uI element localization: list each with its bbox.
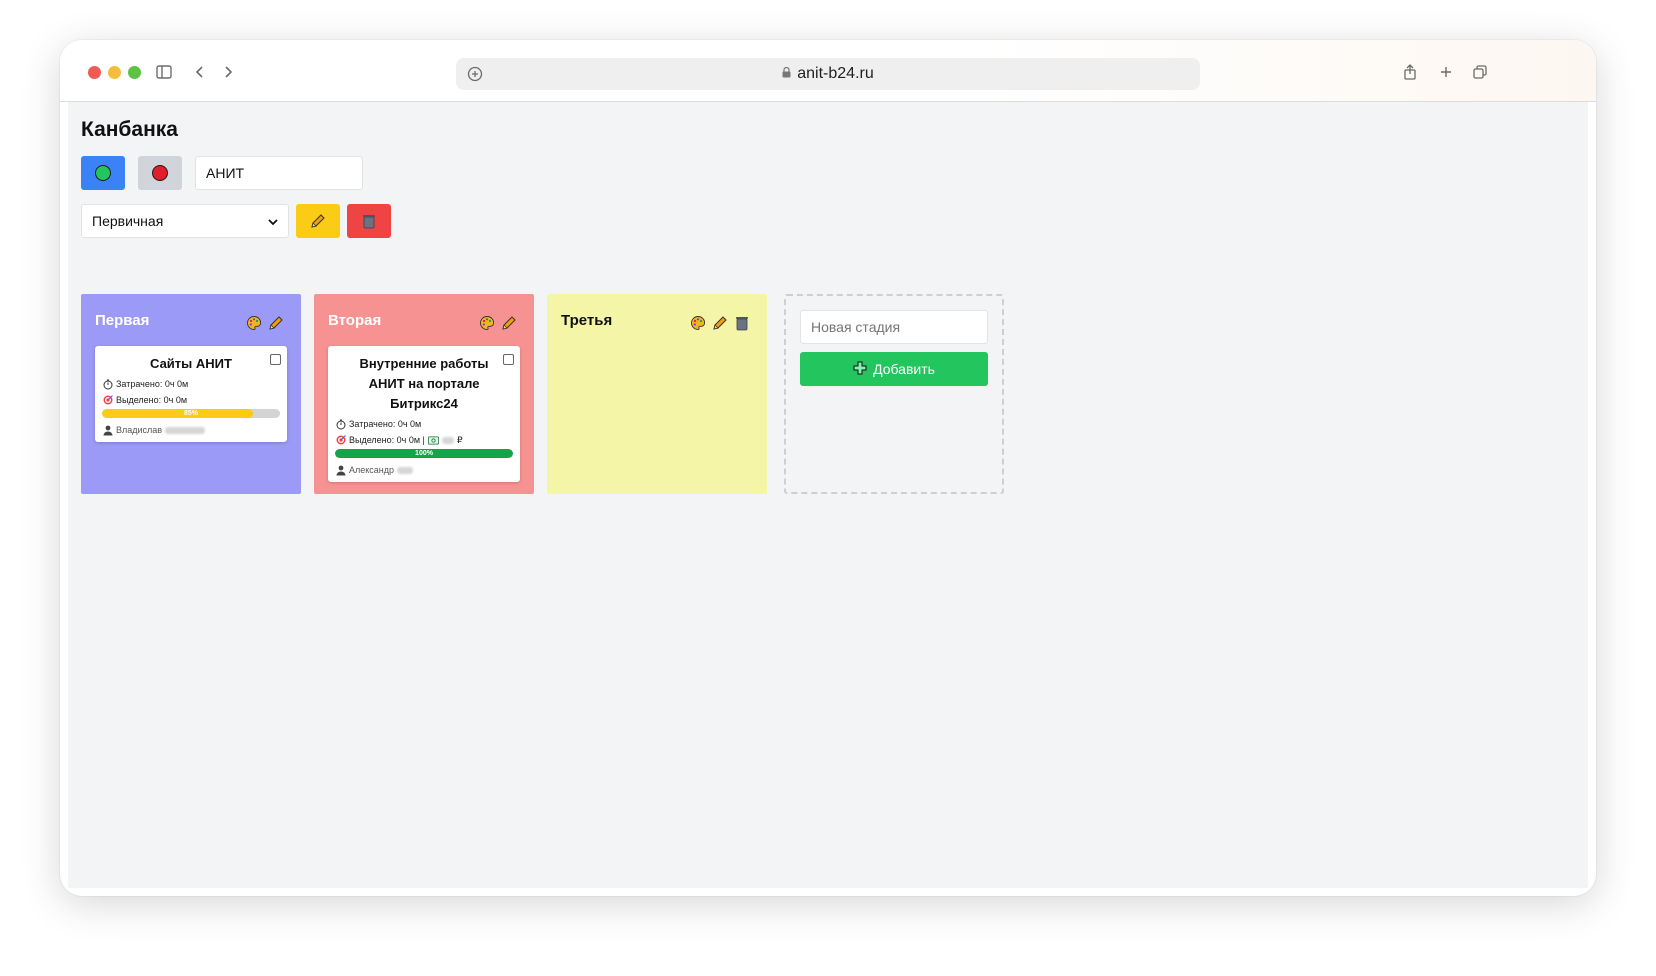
card-title: Внутренние работы АНИТ на портале Битрик… xyxy=(359,356,489,411)
zoom-window-button[interactable] xyxy=(128,66,141,79)
redacted-surname xyxy=(165,426,206,434)
forward-icon[interactable] xyxy=(214,58,242,86)
palette-icon[interactable] xyxy=(689,314,707,332)
red-circle-icon xyxy=(152,165,168,181)
card-allocated: Выделено: 0ч 0м xyxy=(102,394,280,406)
board-select-value: Первичная xyxy=(92,213,164,229)
stage-title: Третья xyxy=(561,312,613,329)
user-icon xyxy=(335,465,346,476)
card-progress-bar: 85% xyxy=(102,409,280,418)
plus-icon xyxy=(853,361,867,378)
pencil-icon[interactable] xyxy=(267,314,285,332)
stage-actions xyxy=(689,314,751,332)
card-allocated: Выделено: 0ч 0м | ₽ xyxy=(335,434,513,446)
page-content: Канбанка АНИТ Первичная Первая Сайты АНИ… xyxy=(68,102,1588,888)
card-title: Сайты АНИТ xyxy=(150,356,232,371)
card-checkbox[interactable] xyxy=(503,354,514,365)
card-spent: Затрачено: 0ч 0м xyxy=(102,378,280,390)
money-icon xyxy=(427,435,439,446)
edit-board-button[interactable] xyxy=(296,204,340,238)
redacted-surname xyxy=(397,466,414,474)
url-display[interactable]: anit-b24.ru xyxy=(456,58,1200,90)
new-stage-panel: Добавить xyxy=(784,294,1004,494)
project-name-input[interactable]: АНИТ xyxy=(195,156,363,190)
minimize-window-button[interactable] xyxy=(108,66,121,79)
card-spent: Затрачено: 0ч 0м xyxy=(335,418,513,430)
page-title: Канбанка xyxy=(81,118,178,141)
pencil-icon[interactable] xyxy=(711,314,729,332)
add-stage-button[interactable]: Добавить xyxy=(800,352,988,386)
browser-toolbar: anit-b24.ru xyxy=(60,40,1596,102)
delete-board-button[interactable] xyxy=(347,204,391,238)
new-stage-input[interactable] xyxy=(800,310,988,344)
trash-icon xyxy=(363,215,375,229)
stage-column-second: Вторая Внутренние работы АНИТ на портале… xyxy=(314,294,534,494)
stage-actions xyxy=(245,314,285,332)
palette-icon[interactable] xyxy=(478,314,496,332)
share-icon[interactable] xyxy=(1396,58,1424,86)
new-tab-icon[interactable] xyxy=(1432,58,1460,86)
back-icon[interactable] xyxy=(186,58,214,86)
green-circle-icon xyxy=(95,165,111,181)
add-stage-label: Добавить xyxy=(873,361,935,377)
stage-column-first: Первая Сайты АНИТ Затрачено: 0ч 0м Выдел… xyxy=(81,294,301,494)
tab-overview-icon[interactable] xyxy=(1466,58,1494,86)
inactive-status-button[interactable] xyxy=(138,156,182,190)
card-assignee: Владислав xyxy=(102,424,280,436)
browser-window: anit-b24.ru Канбанка АНИТ Первичная Перв… xyxy=(60,40,1596,896)
url-text: anit-b24.ru xyxy=(797,65,874,82)
address-bar[interactable]: anit-b24.ru xyxy=(456,58,1200,90)
lock-icon xyxy=(782,65,791,83)
active-status-button[interactable] xyxy=(81,156,125,190)
palette-icon[interactable] xyxy=(245,314,263,332)
card-progress-label: 85% xyxy=(183,410,198,417)
trash-icon[interactable] xyxy=(733,314,751,332)
user-icon xyxy=(102,425,113,436)
target-icon xyxy=(335,435,346,446)
stage-title: Вторая xyxy=(328,312,382,329)
pencil-icon[interactable] xyxy=(500,314,518,332)
chevron-down-icon xyxy=(268,213,278,229)
board-select[interactable]: Первичная xyxy=(81,204,289,238)
sidebar-toggle-icon[interactable] xyxy=(150,58,178,86)
task-card[interactable]: Сайты АНИТ Затрачено: 0ч 0м Выделено: 0ч… xyxy=(95,346,287,442)
card-progress-bar: 100% xyxy=(335,449,513,458)
stopwatch-icon xyxy=(102,379,113,390)
card-checkbox[interactable] xyxy=(270,354,281,365)
stage-actions xyxy=(478,314,518,332)
stage-title: Первая xyxy=(95,312,150,329)
pencil-icon xyxy=(311,214,325,228)
close-window-button[interactable] xyxy=(88,66,101,79)
card-progress-label: 100% xyxy=(415,450,433,457)
task-card[interactable]: Внутренние работы АНИТ на портале Битрик… xyxy=(328,346,520,482)
target-icon xyxy=(102,395,113,406)
stage-column-third: Третья xyxy=(547,294,767,494)
redacted-amount xyxy=(441,436,454,444)
card-assignee: Александр xyxy=(335,464,513,476)
stopwatch-icon xyxy=(335,419,346,430)
